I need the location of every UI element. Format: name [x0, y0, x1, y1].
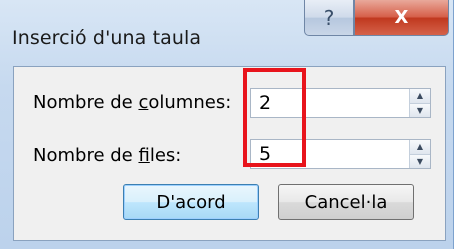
dialog-title: Inserció d'una taula: [12, 27, 202, 49]
close-icon: X: [394, 7, 409, 28]
rows-label: Nombre de files:: [33, 145, 181, 166]
rows-increment-icon[interactable]: ▲: [410, 140, 430, 155]
highlight-box: [243, 68, 306, 167]
columns-label: Nombre de columnes:: [33, 92, 231, 113]
rows-label-suffix: iles:: [149, 145, 182, 166]
rows-spin-buttons: ▲ ▼: [409, 140, 430, 168]
rows-decrement-icon[interactable]: ▼: [410, 154, 430, 168]
columns-spin-buttons: ▲ ▼: [409, 89, 430, 117]
columns-label-accesskey: c: [138, 92, 149, 113]
columns-label-suffix: olumnes:: [148, 92, 232, 113]
cancel-button[interactable]: Cancel·la: [278, 184, 414, 220]
dialog-body: Nombre de columnes: 2 ▲ ▼ Nombre de file…: [13, 66, 446, 241]
dialog-window: Inserció d'una taula ? X Nombre de colum…: [0, 0, 454, 249]
columns-increment-icon[interactable]: ▲: [410, 89, 430, 104]
close-button[interactable]: X: [354, 0, 449, 36]
columns-decrement-icon[interactable]: ▼: [410, 103, 430, 117]
rows-label-accesskey: f: [138, 145, 150, 166]
help-button[interactable]: ?: [304, 0, 354, 36]
rows-label-prefix: Nombre de: [33, 145, 139, 166]
ok-button[interactable]: D'acord: [123, 184, 259, 220]
help-icon: ?: [323, 5, 335, 30]
columns-label-prefix: Nombre de: [33, 92, 139, 113]
